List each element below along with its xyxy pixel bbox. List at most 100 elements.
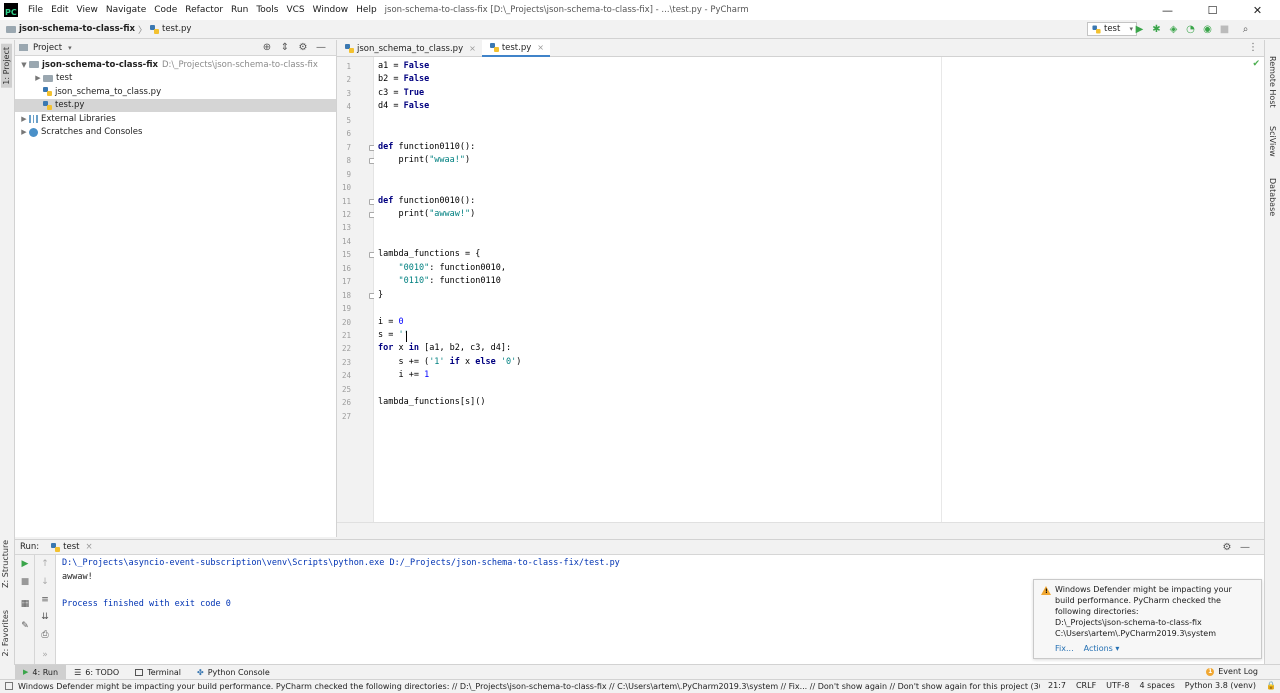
line-number[interactable]: 2: [337, 75, 351, 84]
close-button[interactable]: ✕: [1235, 0, 1280, 20]
stop-icon[interactable]: ■: [19, 577, 31, 587]
tree-item[interactable]: ▶ Scratches and Consoles: [15, 126, 336, 140]
line-number[interactable]: 9: [337, 170, 351, 179]
coverage-icon[interactable]: ◈: [1165, 24, 1182, 35]
tree-item[interactable]: ▼ json-schema-to-class-fix D:\_Projects\js…: [15, 58, 336, 72]
file-encoding[interactable]: UTF-8: [1106, 681, 1129, 690]
line-number[interactable]: 17: [337, 277, 351, 286]
line-number[interactable]: 24: [337, 371, 351, 380]
tab-database[interactable]: Database: [1268, 178, 1277, 216]
inspection-ok-icon[interactable]: ✔: [1252, 59, 1260, 69]
tab-python-console[interactable]: ✤ Python Console: [189, 665, 278, 680]
tab-json-schema-to-class-py[interactable]: json_schema_to_class.py ×: [337, 40, 482, 57]
line-number[interactable]: 8: [337, 156, 351, 165]
menu-file[interactable]: File: [24, 5, 47, 15]
line-number[interactable]: 27: [337, 412, 351, 421]
search-everywhere-icon[interactable]: ⌕: [1237, 24, 1254, 35]
run-icon[interactable]: ▶: [1131, 24, 1148, 35]
collapse-arrow-icon[interactable]: ▶: [19, 115, 29, 123]
fix-link[interactable]: Fix...: [1055, 644, 1074, 653]
line-number[interactable]: 1: [337, 62, 351, 71]
breadcrumb-file[interactable]: test.py: [150, 24, 191, 34]
tree-item[interactable]: ▶ test: [15, 72, 336, 86]
collapse-arrow-icon[interactable]: ▶: [33, 74, 43, 82]
gear-icon[interactable]: ⚙: [1218, 542, 1236, 553]
tab-test-py[interactable]: test.py ×: [481, 40, 550, 57]
line-number[interactable]: 11: [337, 197, 351, 206]
line-number[interactable]: 26: [337, 398, 351, 407]
chevron-down-icon[interactable]: ▾: [68, 44, 72, 52]
rerun-icon[interactable]: ▶: [19, 559, 31, 569]
hide-panel-icon[interactable]: —: [312, 42, 330, 53]
code-editor[interactable]: a1 = False b2 = False c3 = True d4 = False d…: [374, 57, 1264, 522]
breadcrumb-project[interactable]: json-schema-to-class-fix: [0, 24, 135, 34]
menu-navigate[interactable]: Navigate: [102, 5, 150, 15]
tab-todo[interactable]: ☰ 6: TODO: [66, 665, 127, 680]
concurrency-icon[interactable]: ◉: [1199, 24, 1216, 35]
collapse-arrow-icon[interactable]: ▶: [19, 128, 29, 136]
actions-link[interactable]: Actions ▾: [1084, 644, 1120, 653]
line-number[interactable]: 12: [337, 210, 351, 219]
maximize-button[interactable]: ☐: [1190, 0, 1235, 20]
expand-arrow-icon[interactable]: ▼: [19, 61, 29, 69]
line-number[interactable]: 25: [337, 385, 351, 394]
tab-project[interactable]: 1: Project: [1, 44, 12, 88]
tab-sciview[interactable]: SciView: [1268, 126, 1277, 157]
run-configuration-select[interactable]: test ▾: [1087, 22, 1137, 36]
line-number[interactable]: 19: [337, 304, 351, 313]
print-icon[interactable]: ⎙: [39, 630, 51, 640]
line-number[interactable]: 15: [337, 250, 351, 259]
menu-vcs[interactable]: VCS: [282, 5, 308, 15]
tab-structure[interactable]: Z: Structure: [1, 540, 10, 588]
tab-event-log[interactable]: 1 Event Log: [1206, 667, 1258, 676]
project-view-select[interactable]: Project: [33, 43, 62, 53]
tab-remote-host[interactable]: Remote Host: [1268, 56, 1277, 108]
menu-refactor[interactable]: Refactor: [181, 5, 227, 15]
menu-edit[interactable]: Edit: [47, 5, 72, 15]
line-number[interactable]: 13: [337, 223, 351, 232]
hide-panel-icon[interactable]: —: [1236, 542, 1254, 553]
profile-icon[interactable]: ◔: [1182, 24, 1199, 35]
close-icon[interactable]: ×: [537, 43, 544, 52]
layout-icon[interactable]: ▦: [19, 599, 31, 609]
close-icon[interactable]: ×: [469, 44, 476, 53]
line-number[interactable]: 22: [337, 344, 351, 353]
minimize-button[interactable]: —: [1145, 0, 1190, 20]
line-separator[interactable]: CRLF: [1076, 681, 1096, 690]
line-number[interactable]: 16: [337, 264, 351, 273]
scroll-to-end-icon[interactable]: ⇊: [39, 612, 51, 622]
menu-view[interactable]: View: [73, 5, 102, 15]
menu-code[interactable]: Code: [150, 5, 181, 15]
tree-item[interactable]: test.py: [15, 98, 336, 112]
tab-list-icon[interactable]: ⋮: [1248, 42, 1258, 53]
arrow-down-icon[interactable]: ↓: [39, 577, 51, 587]
line-number[interactable]: 7: [337, 143, 351, 152]
line-number[interactable]: 3: [337, 89, 351, 98]
python-interpreter[interactable]: Python 3.8 (venv): [1185, 681, 1256, 690]
run-tab-test[interactable]: test ×: [51, 542, 93, 552]
stop-icon[interactable]: ■: [1216, 24, 1233, 35]
line-number[interactable]: 14: [337, 237, 351, 246]
more-icon[interactable]: »: [39, 650, 51, 660]
lock-icon[interactable]: 🔒: [1266, 681, 1276, 690]
tool-windows-toggle-icon[interactable]: [5, 682, 13, 690]
line-number[interactable]: 18: [337, 291, 351, 300]
indent-setting[interactable]: 4 spaces: [1140, 681, 1175, 690]
tab-run[interactable]: ▶ 4: Run: [15, 664, 67, 680]
debug-icon[interactable]: ✱: [1148, 24, 1165, 35]
close-icon[interactable]: ×: [86, 542, 93, 552]
tab-terminal[interactable]: Terminal: [127, 665, 189, 680]
soft-wrap-icon[interactable]: ≡: [39, 595, 51, 605]
line-number[interactable]: 4: [337, 102, 351, 111]
editor-horizontal-scrollbar[interactable]: [337, 522, 1264, 537]
caret-position[interactable]: 21:7: [1048, 681, 1066, 690]
menu-tools[interactable]: Tools: [252, 5, 282, 15]
collapse-all-icon[interactable]: ⇕: [276, 42, 294, 53]
tree-item[interactable]: ▶ External Libraries: [15, 112, 336, 126]
line-number[interactable]: 23: [337, 358, 351, 367]
line-number[interactable]: 10: [337, 183, 351, 192]
menu-run[interactable]: Run: [227, 5, 252, 15]
status-message[interactable]: Windows Defender might be impacting your…: [0, 682, 1040, 691]
line-number[interactable]: 6: [337, 129, 351, 138]
gear-icon[interactable]: ⚙: [294, 42, 312, 53]
